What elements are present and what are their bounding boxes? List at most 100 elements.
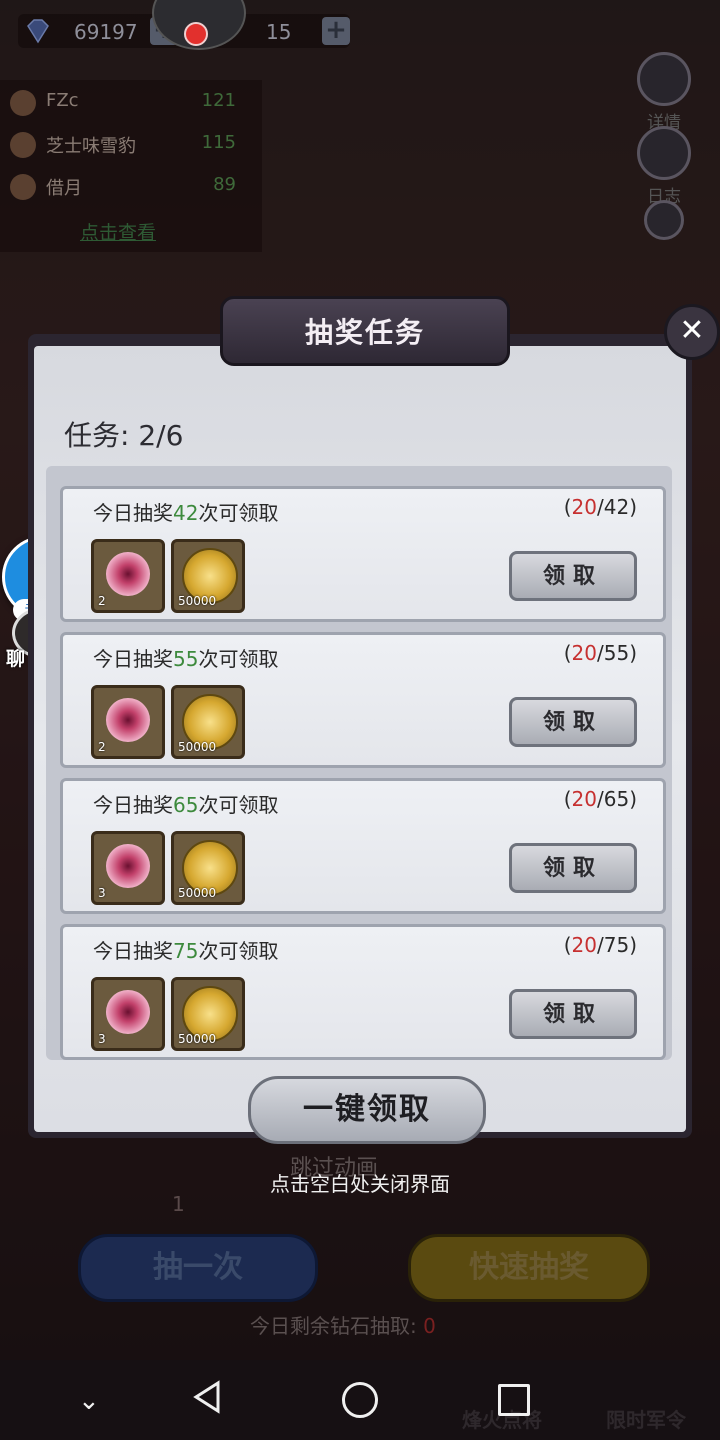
task-card: 今日抽奖75次可领取 (20/75) 3 50000 领取: [60, 924, 666, 1060]
task-card: 今日抽奖42次可领取 (20/42) 2 50000 领取: [60, 486, 666, 622]
leaderboard-name: 芝士味雪豹: [46, 136, 136, 157]
top-bar: 69197 + 15 +: [0, 0, 720, 60]
task-title-prefix: 今日抽奖: [93, 939, 173, 963]
scroll-icon: [637, 126, 691, 180]
flower-icon: [106, 844, 150, 888]
coin-reward[interactable]: 50000: [171, 831, 245, 905]
task-title: 今日抽奖65次可领取: [93, 789, 278, 818]
task-current: 20: [571, 495, 597, 519]
task-count: (20/42): [563, 495, 637, 519]
rank-1-icon: [10, 90, 36, 116]
flower-reward[interactable]: 2: [91, 685, 165, 759]
task-total: 42: [603, 495, 630, 519]
view-leaderboard-link[interactable]: 点击查看: [80, 218, 156, 245]
task-title: 今日抽奖55次可领取: [93, 643, 278, 672]
recent-apps-icon[interactable]: [498, 1384, 530, 1416]
modal-title: 抽奖任务: [304, 316, 425, 349]
back-triangle-icon[interactable]: [192, 1380, 222, 1414]
task-total: 65: [603, 787, 630, 811]
task-current: 20: [571, 933, 597, 957]
reward-qty: 3: [98, 886, 106, 900]
task-count: (20/55): [563, 641, 637, 665]
stamina-value: 15: [266, 20, 292, 44]
reward-qty: 50000: [178, 1032, 217, 1046]
task-title-prefix: 今日抽奖: [93, 647, 173, 671]
flower-count: 1: [172, 1192, 185, 1216]
remaining-draws-text: 今日剩余钻石抽取:: [250, 1314, 417, 1338]
task-title-suffix: 次可领取: [198, 647, 279, 671]
home-circle-icon[interactable]: [342, 1382, 378, 1418]
task-card: 今日抽奖65次可领取 (20/65) 3 50000 领取: [60, 778, 666, 914]
details-button[interactable]: 详情: [636, 52, 692, 133]
coin-reward[interactable]: 50000: [171, 685, 245, 759]
flower-reward[interactable]: 3: [91, 831, 165, 905]
claim-all-button[interactable]: 一键领取: [248, 1076, 486, 1144]
reward-qty: 50000: [178, 594, 217, 608]
leaderboard-row: 借月 89: [10, 172, 250, 202]
android-nav-bar: ⌄: [0, 1360, 720, 1440]
leaderboard-panel: FZc 121 芝士味雪豹 115 借月 89 点击查看: [0, 80, 262, 252]
question-icon: [644, 200, 684, 240]
close-icon[interactable]: ✕: [664, 304, 720, 360]
reward-qty: 2: [98, 740, 106, 754]
chevron-down-icon[interactable]: ⌄: [78, 1386, 100, 1416]
add-stamina-button[interactable]: +: [322, 17, 350, 45]
task-target: 42: [173, 501, 199, 525]
reward-qty: 3: [98, 1032, 106, 1046]
notification-dot: [184, 22, 208, 46]
task-title-suffix: 次可领取: [198, 793, 279, 817]
task-target: 65: [173, 793, 199, 817]
task-title-suffix: 次可领取: [198, 501, 279, 525]
modal-title-plate: 抽奖任务: [220, 296, 510, 366]
flower-icon: [106, 698, 150, 742]
help-button[interactable]: [636, 200, 692, 240]
leaderboard-name: 借月: [46, 178, 82, 199]
rank-3-icon: [10, 174, 36, 200]
remaining-draws-value: 0: [423, 1314, 436, 1338]
reward-qty: 2: [98, 594, 106, 608]
lottery-task-modal: 任务: 2/6 今日抽奖42次可领取 (20/42) 2 50000 领取 今日…: [28, 296, 720, 1144]
task-title-prefix: 今日抽奖: [93, 793, 173, 817]
modal-body: 任务: 2/6 今日抽奖42次可领取 (20/42) 2 50000 领取 今日…: [34, 346, 686, 1144]
task-target: 75: [173, 939, 199, 963]
leaderboard-score: 89: [213, 174, 236, 195]
task-title-suffix: 次可领取: [198, 939, 279, 963]
coin-reward[interactable]: 50000: [171, 977, 245, 1051]
task-current: 20: [571, 787, 597, 811]
claim-button[interactable]: 领取: [509, 697, 637, 747]
task-title-prefix: 今日抽奖: [93, 501, 173, 525]
flower-reward[interactable]: 3: [91, 977, 165, 1051]
reward-qty: 50000: [178, 886, 217, 900]
task-target: 55: [173, 647, 199, 671]
coin-reward[interactable]: 50000: [171, 539, 245, 613]
remaining-draws-label: 今日剩余钻石抽取: 0: [250, 1310, 436, 1339]
task-title: 今日抽奖75次可领取: [93, 935, 278, 964]
leaderboard-row: FZc 121: [10, 88, 250, 118]
task-progress: 任务: 2/6: [64, 419, 184, 452]
claim-button[interactable]: 领取: [509, 989, 637, 1039]
reward-qty: 50000: [178, 740, 217, 754]
diamond-value: 69197: [74, 20, 138, 44]
leaderboard-score: 115: [201, 132, 236, 153]
tap-to-close-hint: 点击空白处关闭界面: [270, 1172, 450, 1196]
task-list[interactable]: 今日抽奖42次可领取 (20/42) 2 50000 领取 今日抽奖55次可领取…: [46, 466, 672, 1060]
leaderboard-row: 芝士味雪豹 115: [10, 130, 250, 160]
task-title: 今日抽奖42次可领取: [93, 497, 278, 526]
log-button[interactable]: 日志: [636, 126, 692, 207]
task-current: 20: [571, 641, 597, 665]
task-count: (20/75): [563, 933, 637, 957]
task-total: 75: [603, 933, 630, 957]
flower-reward[interactable]: 2: [91, 539, 165, 613]
flower-icon: [106, 990, 150, 1034]
fast-draw-button[interactable]: 快速抽奖: [408, 1234, 650, 1302]
claim-button[interactable]: 领取: [509, 551, 637, 601]
draw-once-button[interactable]: 抽一次: [78, 1234, 318, 1302]
rank-2-icon: [10, 132, 36, 158]
task-count: (20/65): [563, 787, 637, 811]
magnifier-icon: [637, 52, 691, 106]
task-total: 55: [603, 641, 630, 665]
task-card: 今日抽奖55次可领取 (20/55) 2 50000 领取: [60, 632, 666, 768]
leaderboard-name: FZc: [46, 90, 79, 111]
claim-button[interactable]: 领取: [509, 843, 637, 893]
diamond-icon: [27, 19, 49, 44]
